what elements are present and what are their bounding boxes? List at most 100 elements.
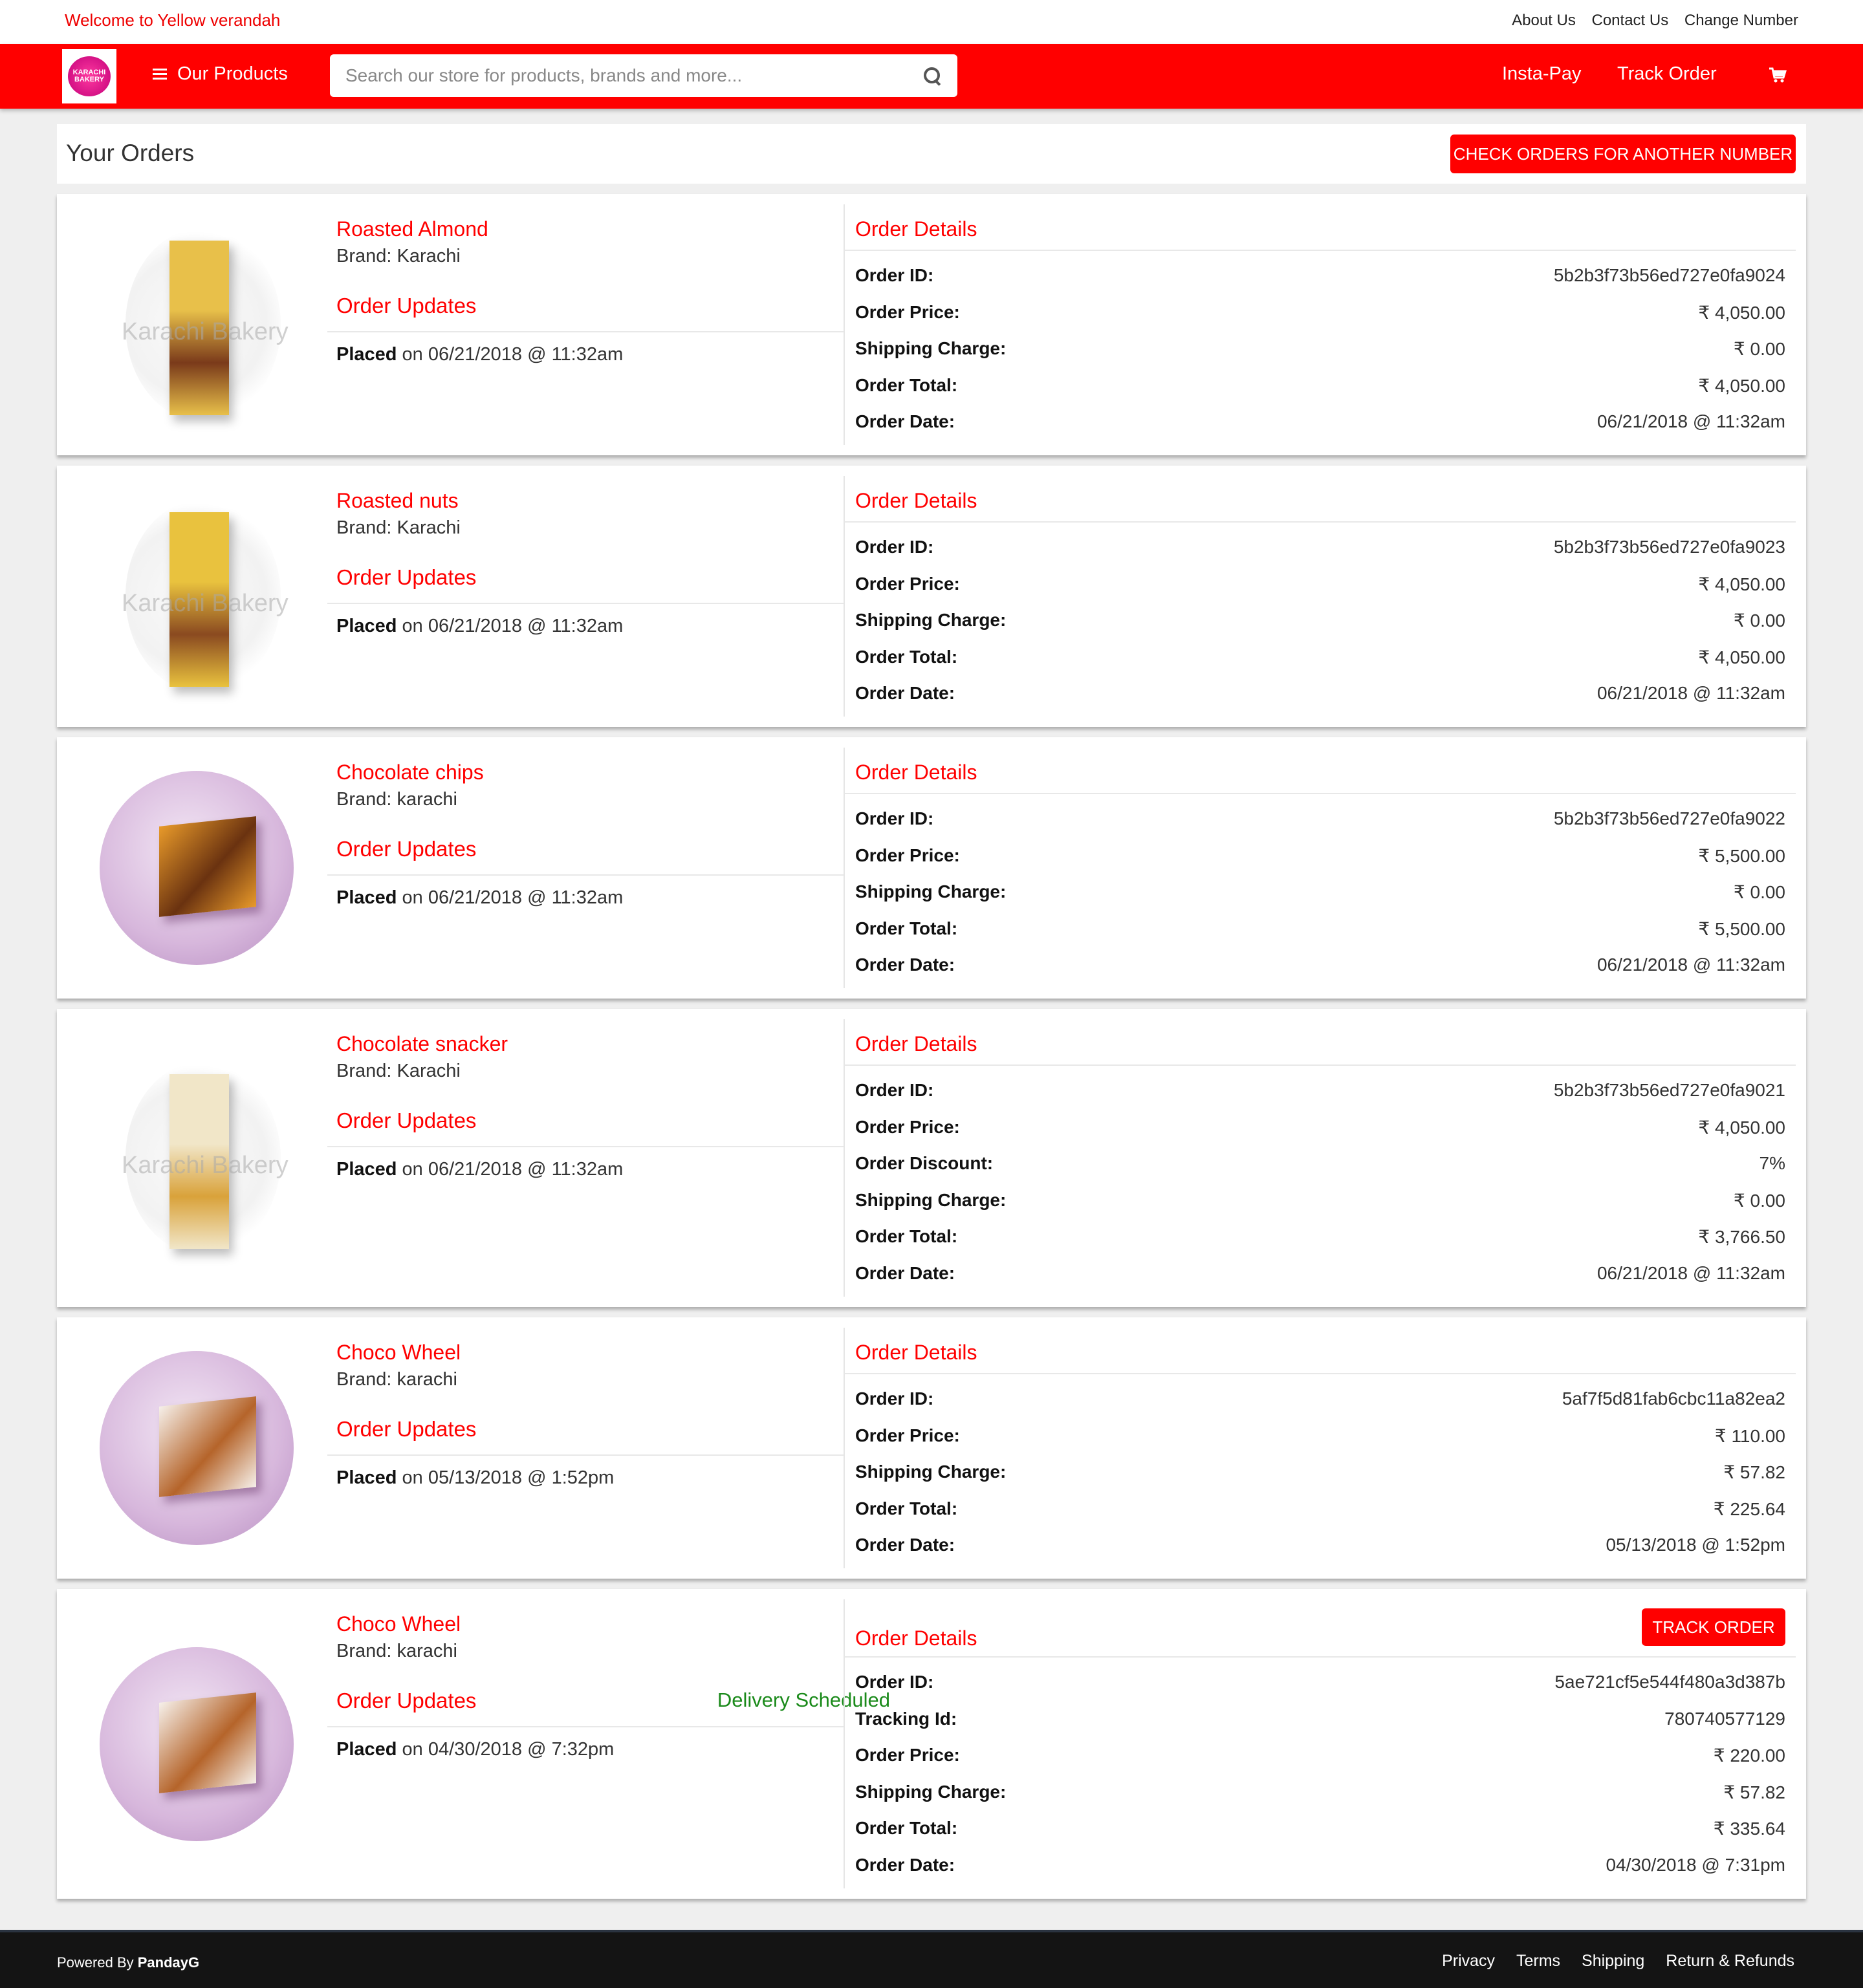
- detail-row: Shipping Charge: ₹ 57.82: [855, 1782, 1785, 1808]
- detail-label: Order Price:: [855, 845, 960, 865]
- detail-row: Order Price: ₹ 4,050.00: [855, 1117, 1785, 1143]
- divider: [845, 1656, 1796, 1658]
- track-order-button[interactable]: TRACK ORDER: [1642, 1608, 1785, 1646]
- detail-value: ₹ 57.82: [1723, 1782, 1785, 1802]
- logo-text: KARACHI BAKERY: [72, 69, 106, 83]
- shipping-link[interactable]: Shipping: [1582, 1952, 1644, 1970]
- product-image[interactable]: Karachi Bakery: [100, 228, 294, 422]
- detail-label: Order Price:: [855, 302, 960, 322]
- product-image[interactable]: Karachi Bakery: [100, 1061, 294, 1255]
- check-orders-button[interactable]: CHECK ORDERS FOR ANOTHER NUMBER: [1450, 135, 1796, 173]
- terms-link[interactable]: Terms: [1516, 1952, 1560, 1970]
- insta-pay-link[interactable]: Insta-Pay: [1502, 63, 1582, 85]
- detail-row: Order ID: 5af7f5d81fab6cbc11a82ea2: [855, 1388, 1785, 1414]
- placed-label: Placed: [336, 344, 397, 365]
- detail-row: Order Total: ₹ 335.64: [855, 1818, 1785, 1844]
- product-name[interactable]: Chocolate chips: [336, 761, 484, 784]
- product-brand: Brand: Karachi: [336, 517, 461, 538]
- product-name[interactable]: Roasted nuts: [336, 489, 459, 513]
- detail-value: ₹ 0.00: [1733, 882, 1785, 902]
- detail-row: Shipping Charge: ₹ 0.00: [855, 610, 1785, 636]
- product-name[interactable]: Choco Wheel: [336, 1341, 461, 1365]
- page-title: Your Orders: [66, 140, 195, 166]
- image-watermark: Karachi Bakery: [122, 1152, 289, 1179]
- detail-value: ₹ 5,500.00: [1698, 846, 1785, 866]
- product-image[interactable]: [100, 1647, 294, 1841]
- cart-icon[interactable]: [1769, 67, 1787, 84]
- column-divider: [844, 1599, 845, 1888]
- store-logo[interactable]: KARACHI BAKERY: [62, 49, 116, 103]
- divider: [327, 1454, 844, 1456]
- detail-row: Shipping Charge: ₹ 0.00: [855, 881, 1785, 907]
- search-icon[interactable]: [921, 65, 943, 87]
- detail-value: ₹ 0.00: [1733, 339, 1785, 359]
- detail-label: Order Date:: [855, 1263, 955, 1283]
- detail-row: Order ID: 5b2b3f73b56ed727e0fa9023: [855, 537, 1785, 563]
- product-name[interactable]: Roasted Almond: [336, 217, 488, 241]
- detail-label: Shipping Charge:: [855, 1782, 1007, 1802]
- product-name[interactable]: Chocolate snacker: [336, 1032, 508, 1056]
- powered-name[interactable]: PandayG: [138, 1954, 199, 1971]
- detail-label: Shipping Charge:: [855, 338, 1007, 358]
- order-card: Karachi Bakery Roasted Almond Brand: Karac…: [57, 194, 1806, 455]
- refunds-link[interactable]: Return & Refunds: [1666, 1952, 1794, 1970]
- detail-row: Order Date: 06/21/2018 @ 11:32am: [855, 1263, 1785, 1289]
- image-watermark: Karachi Bakery: [122, 590, 289, 617]
- product-image[interactable]: [100, 1351, 294, 1545]
- detail-value: 5b2b3f73b56ed727e0fa9023: [1553, 537, 1785, 557]
- detail-row: Shipping Charge: ₹ 0.00: [855, 1190, 1785, 1216]
- about-us-link[interactable]: About Us: [1512, 12, 1576, 29]
- detail-value: 04/30/2018 @ 7:31pm: [1606, 1855, 1785, 1875]
- search-bar: [330, 54, 957, 97]
- footer: Powered By PandayG Privacy Terms Shippin…: [0, 1930, 1863, 1988]
- product-brand: Brand: karachi: [336, 1641, 457, 1661]
- detail-label: Order ID:: [855, 1388, 934, 1409]
- detail-label: Order ID:: [855, 808, 934, 828]
- detail-row: Order Total: ₹ 4,050.00: [855, 647, 1785, 673]
- privacy-link[interactable]: Privacy: [1442, 1952, 1495, 1970]
- top-bar: Welcome to Yellow verandah About Us Cont…: [0, 0, 1863, 44]
- detail-row: Order Date: 06/21/2018 @ 11:32am: [855, 683, 1785, 709]
- product-image[interactable]: Karachi Bakery: [100, 499, 294, 693]
- detail-value: 7%: [1759, 1153, 1785, 1173]
- detail-row: Order ID: 5b2b3f73b56ed727e0fa9024: [855, 265, 1785, 291]
- column-divider: [844, 1328, 845, 1568]
- divider: [845, 793, 1796, 794]
- our-products-menu[interactable]: Our Products: [153, 63, 288, 85]
- detail-row: Tracking Id: 780740577129: [855, 1709, 1785, 1734]
- main-navbar: KARACHI BAKERY Our Products Insta-Pay Tr…: [0, 44, 1863, 109]
- contact-us-link[interactable]: Contact Us: [1592, 12, 1669, 29]
- track-order-link[interactable]: Track Order: [1617, 63, 1717, 85]
- detail-label: Order ID:: [855, 1080, 934, 1100]
- detail-label: Shipping Charge:: [855, 1462, 1007, 1482]
- detail-row: Order Price: ₹ 4,050.00: [855, 302, 1785, 328]
- detail-row: Shipping Charge: ₹ 0.00: [855, 338, 1785, 364]
- placed-label: Placed: [336, 1739, 397, 1760]
- product-name[interactable]: Choco Wheel: [336, 1612, 461, 1636]
- placed-label: Placed: [336, 616, 397, 636]
- change-number-link[interactable]: Change Number: [1684, 12, 1798, 29]
- search-input[interactable]: [344, 65, 921, 87]
- detail-label: Order Price:: [855, 1425, 960, 1445]
- product-image[interactable]: [100, 771, 294, 965]
- order-details-heading: Order Details: [855, 1341, 977, 1364]
- detail-value: ₹ 0.00: [1733, 1191, 1785, 1211]
- hamburger-icon: [153, 66, 167, 82]
- placed-text: Placed on 05/13/2018 @ 1:52pm: [336, 1467, 614, 1489]
- detail-value: ₹ 4,050.00: [1698, 376, 1785, 396]
- detail-label: Order Date:: [855, 1535, 955, 1555]
- placed-text: Placed on 06/21/2018 @ 11:32am: [336, 344, 623, 365]
- detail-value: 06/21/2018 @ 11:32am: [1596, 683, 1785, 703]
- welcome-text: Welcome to Yellow verandah: [65, 10, 281, 30]
- detail-value: ₹ 0.00: [1733, 610, 1785, 631]
- footer-links: Privacy Terms Shipping Return & Refunds: [1425, 1952, 1794, 1971]
- detail-value: 5b2b3f73b56ed727e0fa9021: [1553, 1080, 1785, 1100]
- detail-row: Order ID: 5b2b3f73b56ed727e0fa9022: [855, 808, 1785, 834]
- placed-date: on 06/21/2018 @ 11:32am: [397, 616, 624, 636]
- order-details-heading: Order Details: [855, 1626, 977, 1650]
- placed-text: Placed on 04/30/2018 @ 7:32pm: [336, 1739, 614, 1760]
- order-updates-heading: Order Updates: [336, 294, 477, 318]
- column-divider: [844, 204, 845, 445]
- detail-row: Order Date: 06/21/2018 @ 11:32am: [855, 955, 1785, 980]
- order-card: Choco Wheel Brand: karachi Order Updates Pl…: [57, 1317, 1806, 1579]
